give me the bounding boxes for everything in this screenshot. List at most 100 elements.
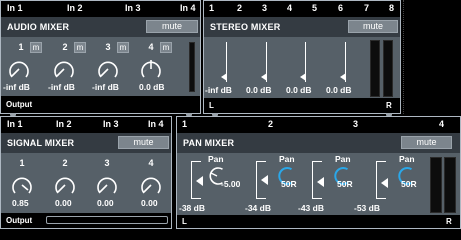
pan-mute-button[interactable]: mute bbox=[401, 136, 452, 149]
pan-mixer-panel: 1 2 3 4 PAN MIXER mute Pan -5.00 -38 dB … bbox=[176, 116, 461, 229]
signal-mixer-title: SIGNAL MIXER bbox=[7, 138, 75, 148]
audio-ch2-mute-button[interactable]: m bbox=[74, 42, 86, 53]
stereo-ch3-value: 0.0 dB bbox=[286, 85, 312, 95]
stereo-input-2[interactable]: 2 bbox=[237, 3, 242, 13]
stereo-mixer-input-row: 1 2 3 4 5 6 7 8 bbox=[204, 1, 400, 17]
audio-mixer-header: AUDIO MIXER mute bbox=[1, 17, 200, 37]
audio-ch4-mute-button[interactable]: m bbox=[160, 42, 172, 53]
stereo-ch2-fader-handle[interactable] bbox=[261, 73, 267, 81]
stereo-right-meter bbox=[383, 40, 393, 97]
stereo-mixer-header: STEREO MIXER mute bbox=[204, 17, 400, 37]
stereo-mixer-title: STEREO MIXER bbox=[210, 22, 281, 32]
audio-ch4-number: 4 bbox=[148, 42, 154, 52]
signal-ch1-number: 1 bbox=[19, 158, 25, 168]
pan-ch1-level-handle[interactable] bbox=[196, 176, 203, 186]
signal-ch1-value: 0.85 bbox=[12, 198, 29, 208]
stereo-input-1[interactable]: 1 bbox=[209, 3, 214, 13]
signal-ch4-value: 0.00 bbox=[141, 198, 158, 208]
stereo-ch1-fader-handle[interactable] bbox=[221, 73, 227, 81]
signal-output-label: Output bbox=[6, 216, 33, 225]
audio-mixer-input-row: In 1 In 2 In 3 In 4 bbox=[1, 1, 200, 17]
signal-mixer-panel: In 1 In 2 In 3 In 4 SIGNAL MIXER mute 1 … bbox=[0, 116, 172, 229]
audio-ch3-number: 3 bbox=[105, 42, 111, 52]
signal-input-2[interactable]: In 2 bbox=[56, 119, 72, 129]
stereo-mute-button[interactable]: mute bbox=[348, 20, 398, 33]
pan-ch4-level-handle[interactable] bbox=[381, 178, 388, 188]
audio-output-meter bbox=[189, 42, 195, 92]
audio-ch1-mute-button[interactable]: m bbox=[30, 42, 42, 53]
stereo-mixer-footer: L R bbox=[204, 98, 400, 113]
pan-ch3-label: Pan bbox=[335, 154, 351, 164]
stereo-input-6[interactable]: 6 bbox=[338, 3, 343, 13]
signal-ch2-number: 2 bbox=[62, 158, 68, 168]
pan-ch2-level-handle[interactable] bbox=[261, 175, 268, 185]
signal-ch3-value: 0.00 bbox=[97, 198, 114, 208]
pan-ch3-level-handle[interactable] bbox=[317, 177, 324, 187]
stereo-mixer-panel: 1 2 3 4 5 6 7 8 STEREO MIXER mute -inf d… bbox=[203, 0, 401, 114]
signal-ch2-knob[interactable] bbox=[53, 172, 77, 198]
signal-mixer-footer: Output bbox=[1, 213, 171, 228]
pan-ch4-value: 50R bbox=[401, 179, 417, 189]
pan-ch2-value: 50R bbox=[281, 179, 297, 189]
signal-ch3-number: 3 bbox=[104, 158, 110, 168]
stereo-input-4[interactable]: 4 bbox=[287, 3, 292, 13]
audio-input-2[interactable]: In 2 bbox=[67, 3, 83, 13]
audio-ch2-knob[interactable] bbox=[52, 56, 76, 82]
signal-mixer-input-row: In 1 In 2 In 3 In 4 bbox=[1, 117, 171, 133]
signal-ch4-knob[interactable] bbox=[139, 172, 163, 198]
signal-input-3[interactable]: In 3 bbox=[103, 119, 119, 129]
stereo-left-label: L bbox=[209, 101, 214, 110]
audio-ch4-value: 0.0 dB bbox=[139, 82, 165, 92]
pan-right-meter bbox=[444, 157, 456, 213]
signal-input-1[interactable]: In 1 bbox=[7, 119, 23, 129]
stereo-ch2-value: 0.0 dB bbox=[246, 85, 272, 95]
pan-input-3[interactable]: 3 bbox=[353, 119, 358, 129]
pan-ch2-label: Pan bbox=[279, 154, 295, 164]
audio-ch2-number: 2 bbox=[62, 42, 68, 52]
stereo-ch3-fader-handle[interactable] bbox=[300, 73, 306, 81]
signal-ch1-knob[interactable] bbox=[10, 172, 34, 198]
signal-ch3-knob[interactable] bbox=[95, 172, 119, 198]
audio-ch4-knob[interactable] bbox=[139, 56, 163, 82]
pan-input-2[interactable]: 2 bbox=[268, 119, 273, 129]
pan-input-1[interactable]: 1 bbox=[182, 119, 187, 129]
signal-ch2-value: 0.00 bbox=[55, 198, 72, 208]
stereo-ch4-value: 0.0 dB bbox=[326, 85, 352, 95]
signal-output-bar bbox=[46, 216, 168, 224]
pan-mixer-title: PAN MIXER bbox=[183, 138, 235, 148]
pan-ch4-label: Pan bbox=[399, 154, 415, 164]
pan-mixer-header: PAN MIXER mute bbox=[177, 133, 460, 153]
pan-mixer-input-row: 1 2 3 4 bbox=[177, 117, 460, 133]
signal-mute-button[interactable]: mute bbox=[118, 136, 169, 149]
stereo-input-8[interactable]: 8 bbox=[389, 3, 394, 13]
stereo-right-label: R bbox=[386, 101, 392, 110]
pan-left-meter bbox=[430, 157, 442, 213]
audio-mute-button[interactable]: mute bbox=[146, 20, 198, 33]
audio-mixer-panel: In 1 In 2 In 3 In 4 AUDIO MIXER mute 1 m… bbox=[0, 0, 201, 114]
pan-ch3-level: -43 dB bbox=[298, 203, 324, 213]
stereo-ch1-value: -inf dB bbox=[205, 85, 232, 95]
audio-ch3-value: -inf dB bbox=[92, 82, 119, 92]
pan-ch4-level: -53 dB bbox=[354, 203, 380, 213]
audio-ch3-knob[interactable] bbox=[96, 56, 120, 82]
audio-input-1[interactable]: In 1 bbox=[7, 3, 23, 13]
stereo-ch4-fader-handle[interactable] bbox=[340, 73, 346, 81]
stereo-input-5[interactable]: 5 bbox=[312, 3, 317, 13]
audio-input-3[interactable]: In 3 bbox=[125, 3, 141, 13]
pan-input-4[interactable]: 4 bbox=[439, 119, 444, 129]
signal-mixer-header: SIGNAL MIXER mute bbox=[1, 133, 171, 153]
audio-ch1-number: 1 bbox=[18, 42, 24, 52]
audio-ch1-knob[interactable] bbox=[7, 56, 31, 82]
pan-ch3-value: 50R bbox=[337, 179, 353, 189]
pan-ch1-value: -5.00 bbox=[221, 179, 241, 189]
audio-ch3-mute-button[interactable]: m bbox=[117, 42, 129, 53]
stereo-left-meter bbox=[370, 40, 380, 97]
empty-grid-area bbox=[403, 0, 461, 114]
stereo-input-3[interactable]: 3 bbox=[262, 3, 267, 13]
pan-right-label: R bbox=[446, 217, 452, 226]
audio-output-label: Output bbox=[6, 100, 33, 109]
signal-input-4[interactable]: In 4 bbox=[148, 119, 164, 129]
stereo-input-7[interactable]: 7 bbox=[364, 3, 369, 13]
signal-ch4-number: 4 bbox=[148, 158, 154, 168]
audio-input-4[interactable]: In 4 bbox=[180, 3, 196, 13]
